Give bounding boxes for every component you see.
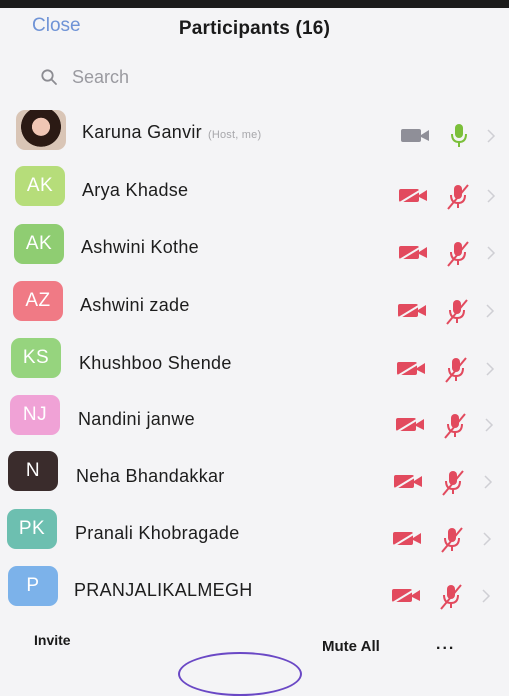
video-off-icon[interactable] xyxy=(398,127,432,145)
more-options-button[interactable]: ... xyxy=(436,636,455,654)
mic-muted-icon[interactable] xyxy=(439,468,467,498)
page-title: Participants (16) xyxy=(178,18,331,39)
mic-on-icon[interactable] xyxy=(446,122,472,150)
participant-name: Pranali Khobragade xyxy=(75,523,240,543)
chevron-right-icon xyxy=(487,246,496,260)
video-off-icon[interactable] xyxy=(391,472,425,492)
participant-name: Neha Bhandakkar xyxy=(76,466,225,486)
avatar xyxy=(16,110,66,150)
chevron-right-icon xyxy=(486,362,495,376)
avatar: KS xyxy=(11,338,61,378)
video-off-icon[interactable] xyxy=(390,529,424,549)
participant-name: Ashwini Kothe xyxy=(81,237,199,257)
search-icon xyxy=(41,69,57,85)
participant-row[interactable]: KS Khushboo Shende xyxy=(0,330,509,386)
mic-muted-icon[interactable] xyxy=(438,525,466,555)
avatar: N xyxy=(8,451,58,491)
video-off-icon[interactable] xyxy=(396,243,430,263)
participant-row-host[interactable]: Karuna Ganvir (Host, me) xyxy=(0,102,509,158)
avatar-initials: PK xyxy=(18,518,46,539)
header: Close Participants (16) xyxy=(0,8,509,52)
participant-row[interactable]: AK Ashwini Kothe xyxy=(0,215,509,271)
avatar-initials: AZ xyxy=(25,290,51,311)
chevron-right-icon xyxy=(483,532,492,546)
participant-name: Khushboo Shende xyxy=(79,353,232,373)
participant-row[interactable]: AZ Ashwini zade xyxy=(0,273,509,329)
video-off-icon[interactable] xyxy=(394,359,428,379)
mic-muted-icon[interactable] xyxy=(444,182,472,212)
avatar: P xyxy=(8,566,58,606)
avatar: AK xyxy=(14,224,64,264)
chevron-right-icon xyxy=(487,129,496,143)
chevron-right-icon xyxy=(482,589,491,603)
mic-muted-icon[interactable] xyxy=(442,355,470,385)
participant-name-text: Karuna Ganvir xyxy=(82,122,202,142)
chevron-right-icon xyxy=(486,304,495,318)
participant-name: Ashwini zade xyxy=(80,295,190,315)
participant-name: PRANJALIKALMEGH xyxy=(74,580,253,600)
mic-muted-icon[interactable] xyxy=(444,239,472,269)
video-off-icon[interactable] xyxy=(389,586,423,606)
video-off-icon[interactable] xyxy=(393,415,427,435)
participant-row[interactable]: AK Arya Khadse xyxy=(0,158,509,214)
stamp-mark xyxy=(178,652,302,696)
avatar-initials: N xyxy=(25,460,41,481)
mic-muted-icon[interactable] xyxy=(441,411,469,441)
chevron-right-icon xyxy=(484,475,493,489)
avatar: PK xyxy=(7,509,57,549)
avatar: AK xyxy=(15,166,65,206)
participant-name: Nandini janwe xyxy=(78,409,195,429)
status-bar xyxy=(0,0,509,8)
avatar: AZ xyxy=(13,281,63,321)
participant-row[interactable]: N Neha Bhandakkar xyxy=(0,444,509,500)
invite-button[interactable]: Invite xyxy=(34,632,71,648)
avatar: NJ xyxy=(10,395,60,435)
mute-all-button[interactable]: Mute All xyxy=(322,638,380,655)
host-role-label: (Host, me) xyxy=(207,129,262,141)
chevron-right-icon xyxy=(485,418,494,432)
participant-name: Karuna Ganvir (Host, me) xyxy=(82,122,261,143)
avatar-initials: P xyxy=(26,575,40,596)
avatar-initials: AK xyxy=(25,233,53,254)
participant-row[interactable]: P PRANJALIKALMEGH xyxy=(0,558,509,614)
avatar-initials: AK xyxy=(26,175,54,196)
video-off-icon[interactable] xyxy=(395,301,429,321)
avatar-initials: KS xyxy=(22,347,50,368)
participant-row[interactable]: NJ Nandini janwe xyxy=(0,387,509,443)
participant-name: Arya Khadse xyxy=(82,180,189,200)
participant-row[interactable]: PK Pranali Khobragade xyxy=(0,501,509,557)
mic-muted-icon[interactable] xyxy=(437,582,465,612)
mic-muted-icon[interactable] xyxy=(443,297,471,327)
search-bar[interactable] xyxy=(40,62,470,92)
avatar-initials: NJ xyxy=(22,404,48,425)
chevron-right-icon xyxy=(487,189,496,203)
search-input[interactable] xyxy=(70,65,454,89)
video-off-icon[interactable] xyxy=(396,186,430,206)
